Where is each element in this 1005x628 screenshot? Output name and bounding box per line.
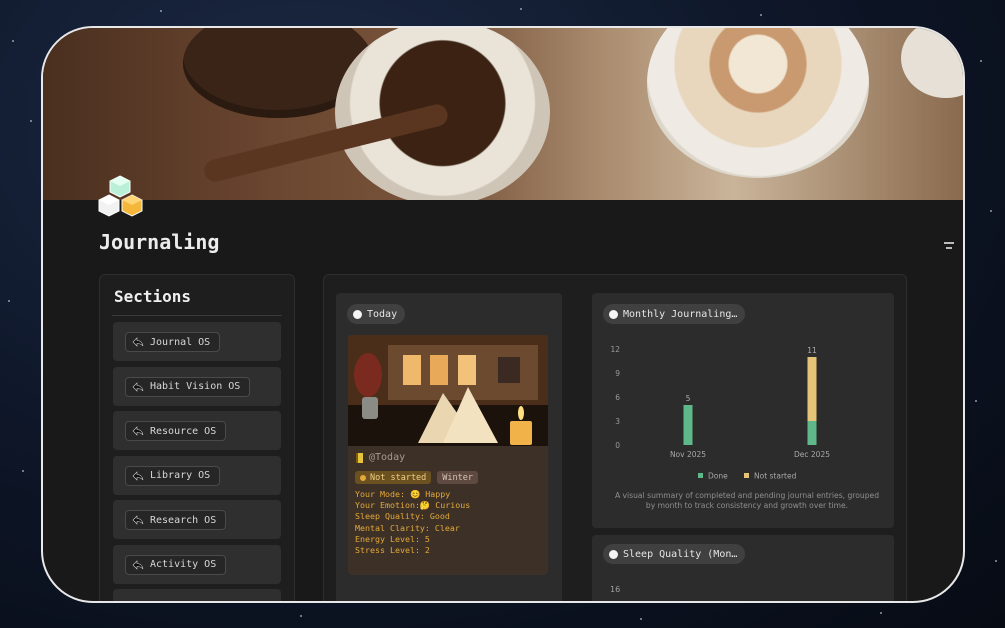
tab-label: Sleep Quality (Mon…	[623, 548, 738, 560]
today-view: Today @Today Not started Winter Your Mod…	[336, 293, 562, 601]
entry-property: Mental Clarity: Clear	[355, 522, 460, 533]
legend-label: Done	[708, 472, 728, 481]
entry-cover-image	[348, 335, 548, 446]
tab-label: Today	[367, 308, 398, 320]
notebook-icon	[356, 452, 363, 463]
cube-stack-icon[interactable]	[98, 174, 154, 226]
y-tick-label: 16	[610, 585, 621, 594]
divider	[112, 315, 282, 316]
sections-heading: Sections	[114, 287, 192, 306]
legend-swatch	[698, 473, 703, 478]
cover-image[interactable]	[43, 28, 963, 200]
entry-property: Energy Level: 5	[355, 533, 430, 544]
circle-icon	[353, 309, 362, 319]
tab-today[interactable]: Today	[347, 304, 406, 324]
circle-icon	[609, 549, 618, 559]
sections-panel: Sections Journal OS Habit Vision OS Resour…	[99, 274, 295, 601]
y-tick-label: 12	[610, 345, 620, 354]
sidebar-item[interactable]: Research OS	[113, 500, 281, 539]
y-tick-label: 3	[615, 417, 620, 426]
section-link-label: Library OS	[150, 470, 211, 481]
page-title: Journaling	[99, 230, 220, 254]
entry-property: Your Mode: 😊 Happy	[355, 489, 451, 499]
section-link[interactable]: Activity OS	[125, 554, 227, 575]
sidebar-item[interactable]: Activity OS	[113, 544, 281, 584]
sleep-quality-view: Sleep Quality (Mon… 16	[592, 535, 894, 601]
section-link-label: Journal OS	[150, 336, 211, 348]
entry-property: Sleep Quality: Good	[355, 511, 450, 522]
entry-title: @Today	[369, 452, 406, 463]
bar-done	[683, 405, 693, 445]
sidebar-item[interactable]: Library OS	[113, 455, 281, 495]
collapse-icon[interactable]	[942, 241, 956, 255]
back-arrow-icon	[132, 337, 144, 347]
entry-property: Stress Level: 2	[355, 545, 430, 556]
legend-swatch	[744, 473, 749, 478]
entry-title-row: @Today	[356, 452, 405, 463]
x-tick-label: Nov 2025	[670, 450, 706, 459]
back-arrow-icon	[132, 381, 144, 392]
sidebar-item[interactable]	[113, 589, 281, 601]
y-tick-label: 0	[615, 441, 620, 450]
section-link-label: Activity OS	[150, 559, 217, 570]
status-dot-icon	[360, 474, 366, 481]
section-link-label: Resource OS	[150, 425, 217, 437]
bar-total-label: 5	[686, 394, 691, 403]
chart-caption: A visual summary of completed and pendin…	[614, 491, 880, 510]
sidebar-item[interactable]: Resource OS	[113, 411, 281, 450]
back-arrow-icon	[132, 426, 144, 436]
section-link-label: Habit Vision OS	[150, 381, 241, 392]
section-link[interactable]: Library OS	[125, 465, 221, 486]
y-tick-label: 6	[615, 393, 620, 402]
monthly-journaling-view: Monthly Journaling… 0 3 6 9 12 5 Nov 2025 11 Dec…	[592, 293, 894, 528]
tab-sleep-quality[interactable]: Sleep Quality (Mon…	[603, 544, 746, 564]
section-link[interactable]: Habit Vision OS	[125, 376, 251, 397]
app-window: Journaling Sections Journal OS Habit Visi…	[41, 26, 965, 603]
views-panel: Today @Today Not started Winter Your Mod…	[323, 274, 907, 601]
sidebar-item[interactable]: Journal OS	[113, 322, 281, 361]
section-link[interactable]: Resource OS	[125, 421, 227, 441]
bar-total-label: 11	[807, 346, 817, 355]
back-arrow-icon	[132, 515, 144, 525]
y-tick-label: 9	[615, 369, 620, 378]
season-badge: Winter	[437, 471, 479, 484]
entry-properties: Your Mode: 😊 Happy Your Emotion:🤔 Curious…	[355, 489, 470, 556]
section-link[interactable]: Research OS	[125, 510, 227, 530]
entry-tags: Not started Winter	[355, 471, 479, 484]
entry-property: Your Emotion:🤔 Curious	[355, 500, 471, 511]
legend-label: Not started	[754, 472, 797, 481]
x-tick-label: Dec 2025	[794, 450, 830, 459]
bar-done	[807, 421, 817, 445]
section-link[interactable]: Journal OS	[125, 332, 221, 352]
back-arrow-icon	[132, 470, 144, 481]
journal-entry-card[interactable]: @Today Not started Winter Your Mode: 😊 H…	[348, 335, 548, 575]
status-badge: Not started	[355, 471, 432, 484]
section-link-label: Research OS	[150, 514, 217, 526]
sidebar-item[interactable]: Habit Vision OS	[113, 366, 281, 406]
back-arrow-icon	[132, 559, 144, 570]
bar-not-started	[807, 357, 817, 421]
status-label: Not started	[370, 472, 427, 483]
